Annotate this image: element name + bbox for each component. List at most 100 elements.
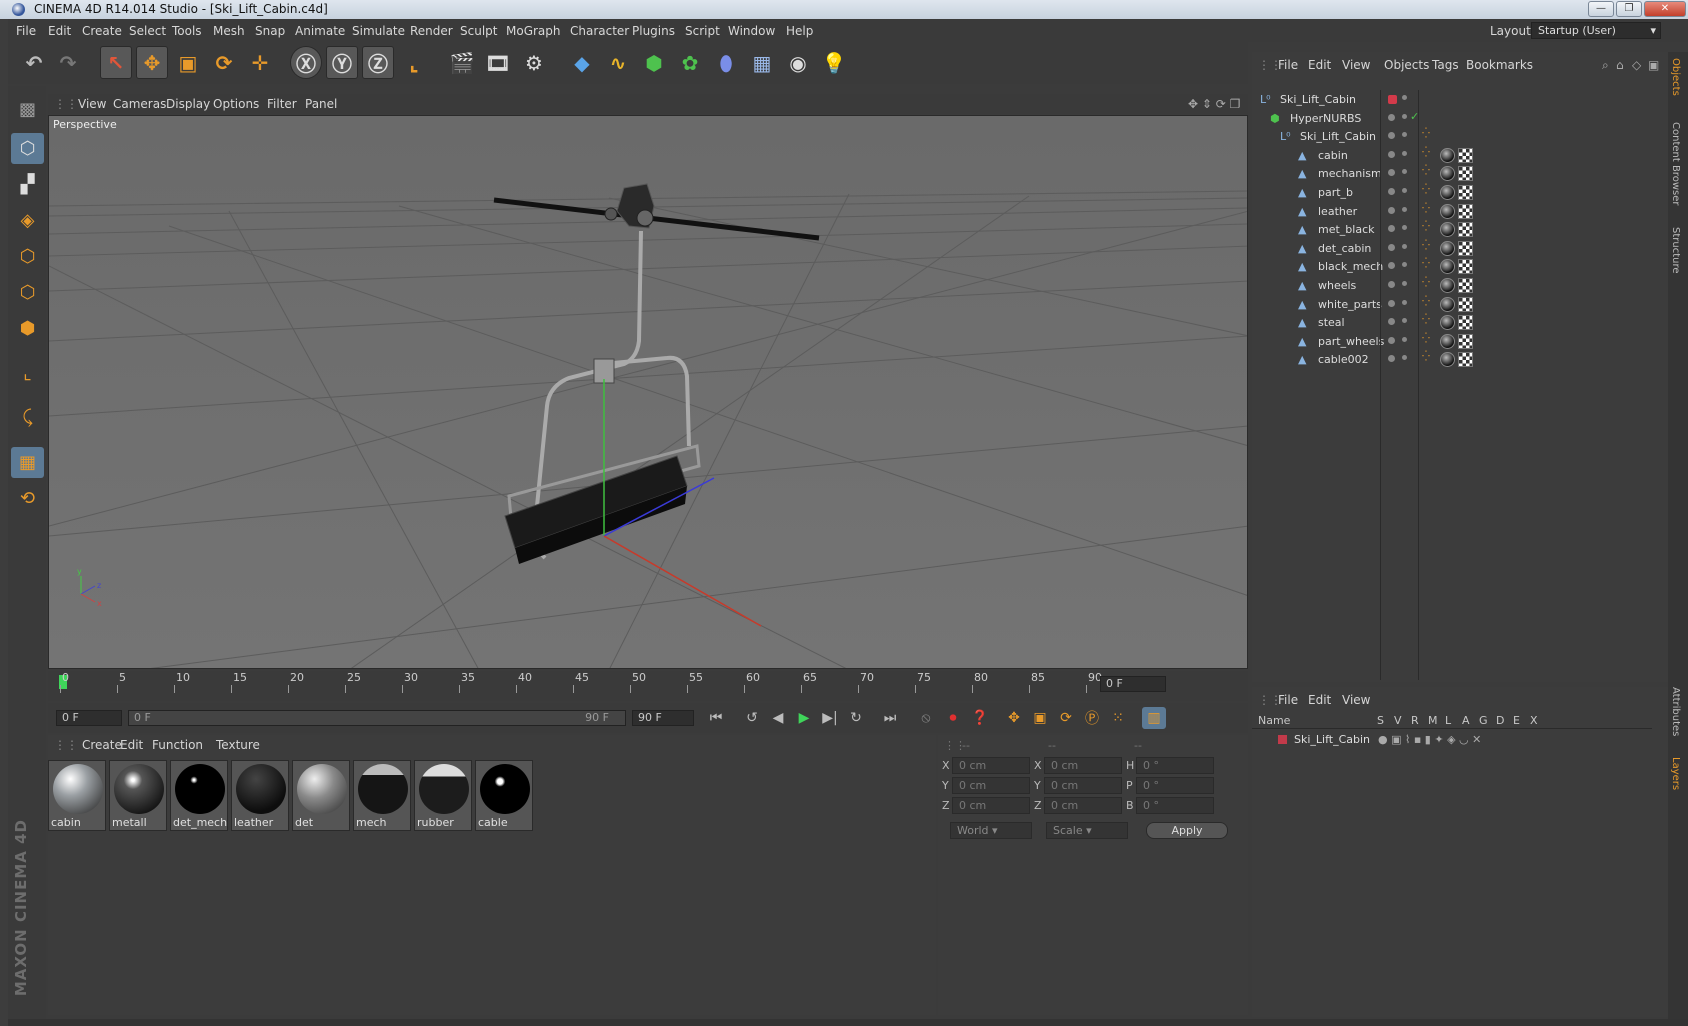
render-view-icon[interactable]: 🎬 bbox=[446, 46, 478, 79]
visibility-editor-dot[interactable] bbox=[1388, 243, 1395, 251]
menu-animate[interactable]: Animate bbox=[295, 24, 345, 38]
scale-select[interactable]: Scale ▾ bbox=[1046, 822, 1128, 839]
recent-tool-icon[interactable]: ✛ bbox=[244, 46, 276, 79]
visibility-editor-dot[interactable] bbox=[1388, 355, 1395, 363]
material-tag-icon[interactable] bbox=[1440, 259, 1455, 275]
visibility-render-dot[interactable] bbox=[1402, 299, 1407, 305]
material-tag-icon[interactable] bbox=[1440, 296, 1455, 312]
material-tag-icon[interactable] bbox=[1440, 240, 1455, 256]
material-swatch[interactable]: det bbox=[292, 760, 350, 831]
layer-col-s[interactable]: S bbox=[1377, 714, 1384, 727]
menu-window[interactable]: Window bbox=[728, 24, 775, 38]
object-menu-view[interactable]: View bbox=[1342, 58, 1370, 72]
phong-tag-icon[interactable]: ⁛ bbox=[1422, 314, 1430, 325]
light-icon[interactable]: 💡 bbox=[818, 46, 850, 79]
object-menu-file[interactable]: File bbox=[1278, 58, 1298, 72]
uvw-tag-icon[interactable] bbox=[1458, 333, 1473, 349]
object-name[interactable]: part_wheels bbox=[1318, 335, 1384, 348]
object-menu-tags[interactable]: Tags bbox=[1432, 58, 1459, 72]
uvw-tag-icon[interactable] bbox=[1458, 315, 1473, 331]
visibility-render-dot[interactable] bbox=[1402, 355, 1407, 361]
perspective-viewport[interactable]: y z x Perspective bbox=[48, 115, 1248, 669]
visibility-editor-dot[interactable] bbox=[1388, 95, 1397, 104]
visibility-editor-dot[interactable] bbox=[1388, 281, 1395, 288]
material-tag-icon[interactable] bbox=[1440, 203, 1455, 219]
layer-name[interactable]: Ski_Lift_Cabin bbox=[1294, 733, 1370, 746]
material-tag-icon[interactable] bbox=[1440, 147, 1455, 163]
uvw-tag-icon[interactable] bbox=[1458, 185, 1473, 200]
object-row[interactable]: ▲ part_b ⁛ bbox=[1252, 183, 1652, 202]
layout-select[interactable]: Startup (User) ▾ bbox=[1531, 22, 1661, 39]
minimize-button[interactable]: — bbox=[1588, 1, 1614, 17]
points-mode-icon[interactable]: ⬡ bbox=[11, 241, 44, 272]
layer-col-e[interactable]: E bbox=[1513, 714, 1520, 727]
previous-frame-icon[interactable]: ◀ bbox=[766, 707, 790, 729]
material-tag-icon[interactable] bbox=[1440, 222, 1455, 238]
rot-p-field[interactable]: 0 ° bbox=[1136, 777, 1214, 794]
object-row[interactable]: L⁰ Ski_Lift_Cabin bbox=[1252, 90, 1652, 109]
object-name[interactable]: mechanism bbox=[1318, 167, 1382, 180]
layer-menu-edit[interactable]: Edit bbox=[1308, 693, 1331, 707]
object-name[interactable]: det_cabin bbox=[1318, 242, 1371, 255]
menu-tools[interactable]: Tools bbox=[172, 24, 202, 38]
visibility-editor-dot[interactable] bbox=[1388, 132, 1395, 140]
object-row[interactable]: ▲ part_wheels ⁛ bbox=[1252, 332, 1652, 351]
current-frame-field[interactable]: 0 F bbox=[1100, 676, 1166, 692]
visibility-render-dot[interactable] bbox=[1402, 169, 1407, 175]
material-swatch[interactable]: rubber bbox=[414, 760, 472, 831]
object-row[interactable]: ▲ mechanism ⁛ bbox=[1252, 164, 1652, 183]
scale-icon[interactable]: ▣ bbox=[172, 46, 204, 79]
layer-toggles[interactable]: ● ▣ ⌇ ▪ ▮ ✦ ◈ ◡ ✕ bbox=[1378, 733, 1481, 746]
maximize-button[interactable]: ❐ bbox=[1616, 1, 1642, 17]
cube-icon[interactable]: ◆ bbox=[566, 46, 598, 79]
size-x-field[interactable]: 0 cm bbox=[1044, 757, 1122, 774]
tweak-icon[interactable]: ⤹ bbox=[11, 402, 44, 433]
make-editable-icon[interactable]: ▩ bbox=[11, 94, 44, 125]
material-tag-icon[interactable] bbox=[1440, 333, 1455, 349]
play-icon[interactable]: ▶ bbox=[792, 707, 816, 729]
pos-z-field[interactable]: 0 cm bbox=[952, 797, 1030, 814]
material-swatch[interactable]: det_mech bbox=[170, 760, 228, 831]
visibility-render-dot[interactable] bbox=[1402, 262, 1407, 268]
visibility-editor-dot[interactable] bbox=[1388, 113, 1395, 121]
render-picture-viewer-icon[interactable]: 🎞 bbox=[482, 46, 514, 79]
viewport-nav-icons[interactable]: ✥ ⇕ ⟳ ❐ bbox=[1188, 97, 1240, 111]
deformer-icon[interactable]: ⬮ bbox=[710, 46, 742, 79]
keyframe-selection-icon[interactable]: ❓ bbox=[968, 707, 992, 729]
redo-icon[interactable]: ↷ bbox=[52, 46, 84, 79]
edges-mode-icon[interactable]: ⬡ bbox=[11, 277, 44, 308]
timeline-ruler[interactable]: 0 5 10 15 20 25 30 35 40 45 50 55 60 65 70 75 80 85 90 0 F bbox=[48, 671, 1248, 701]
key-rotation-icon[interactable]: ⟳ bbox=[1054, 707, 1078, 729]
object-row[interactable]: ▲ det_cabin ⁛ bbox=[1252, 239, 1652, 258]
object-menu-bookmarks[interactable]: Bookmarks bbox=[1466, 58, 1533, 72]
visibility-render-dot[interactable] bbox=[1402, 336, 1407, 342]
previous-key-icon[interactable]: ↺ bbox=[740, 707, 764, 729]
phong-tag-icon[interactable]: ⁛ bbox=[1422, 277, 1430, 288]
object-name[interactable]: cable002 bbox=[1318, 353, 1369, 366]
phong-tag-icon[interactable]: ⁛ bbox=[1422, 147, 1430, 158]
visibility-render-dot[interactable] bbox=[1402, 132, 1407, 138]
uvw-tag-icon[interactable] bbox=[1458, 296, 1473, 312]
layer-col-x[interactable]: X bbox=[1530, 714, 1538, 727]
material-swatch[interactable]: mech bbox=[353, 760, 411, 831]
layer-row[interactable]: Ski_Lift_Cabin ● ▣ ⌇ ▪ ▮ ✦ ◈ ◡ ✕ bbox=[1252, 731, 1652, 749]
layer-col-m[interactable]: M bbox=[1428, 714, 1438, 727]
tab-attributes[interactable]: Attributes bbox=[1670, 687, 1681, 736]
viewport-menu-cameras[interactable]: Cameras bbox=[113, 97, 166, 111]
key-parameter-icon[interactable]: Ⓟ bbox=[1080, 707, 1104, 729]
visibility-render-dot[interactable] bbox=[1402, 318, 1407, 324]
phong-tag-icon[interactable]: ⁛ bbox=[1422, 128, 1430, 139]
visibility-render-dot[interactable] bbox=[1402, 150, 1407, 156]
layer-menu-view[interactable]: View bbox=[1342, 693, 1370, 707]
layer-col-v[interactable]: V bbox=[1394, 714, 1402, 727]
visibility-editor-dot[interactable] bbox=[1388, 188, 1395, 195]
layer-menu-file[interactable]: File bbox=[1278, 693, 1298, 707]
material-tag-icon[interactable] bbox=[1440, 185, 1455, 200]
visibility-editor-dot[interactable] bbox=[1388, 169, 1395, 177]
material-tag-icon[interactable] bbox=[1440, 352, 1455, 368]
phong-tag-icon[interactable]: ⁛ bbox=[1422, 333, 1430, 344]
object-name[interactable]: steal bbox=[1318, 316, 1345, 329]
object-name[interactable]: black_mech bbox=[1318, 260, 1383, 273]
phong-tag-icon[interactable]: ⁛ bbox=[1422, 221, 1430, 232]
start-frame-field[interactable]: 0 F bbox=[56, 710, 122, 726]
